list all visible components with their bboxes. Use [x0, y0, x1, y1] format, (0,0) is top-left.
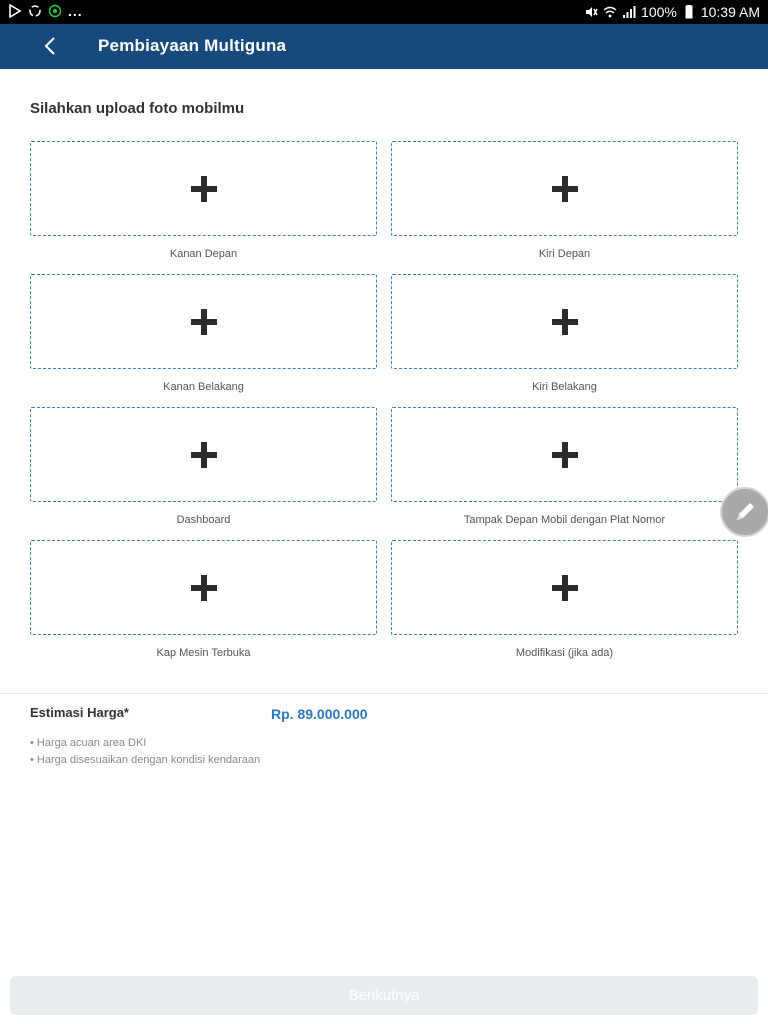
app-bar: Pembiayaan Multiguna [0, 24, 768, 69]
upload-slot-modifikasi: Modifikasi (jika ada) [391, 540, 738, 659]
upload-slot-label: Kiri Depan [538, 248, 591, 260]
estimate-note: • Harga disesuaikan dengan kondisi kenda… [30, 754, 261, 766]
status-bar-right: 100% 10:39 AM [584, 4, 760, 20]
upload-box[interactable] [391, 141, 738, 236]
upload-slot-label: Tampak Depan Mobil dengan Plat Nomor [463, 514, 666, 526]
plus-icon [551, 308, 578, 335]
pencil-icon [737, 503, 754, 520]
upload-slot-label: Kap Mesin Terbuka [156, 647, 251, 659]
upload-box[interactable] [30, 274, 377, 369]
upload-slot-kanan-belakang: Kanan Belakang [30, 274, 377, 393]
upload-slot-tampak-depan: Tampak Depan Mobil dengan Plat Nomor [391, 407, 738, 526]
clock: 10:39 AM [700, 4, 760, 20]
more-notifications-dots: ... [68, 3, 83, 19]
plus-icon [551, 574, 578, 601]
upload-box[interactable] [391, 540, 738, 635]
play-store-icon [9, 4, 22, 18]
plus-icon [190, 574, 217, 601]
plus-icon [190, 308, 217, 335]
upload-box[interactable] [391, 407, 738, 502]
page-title: Pembiayaan Multiguna [98, 36, 287, 55]
wifi-icon [603, 6, 617, 18]
signal-icon [623, 6, 636, 18]
status-bar-left: ... [8, 4, 83, 18]
app-notification-icon [48, 4, 62, 18]
upload-slot-kiri-belakang: Kiri Belakang [391, 274, 738, 393]
battery-percent: 100% [641, 4, 677, 20]
upload-box[interactable] [391, 274, 738, 369]
plus-icon [551, 175, 578, 202]
upload-slot-label: Kiri Belakang [532, 381, 597, 393]
upload-box[interactable] [30, 407, 377, 502]
estimate-value: Rp. 89.000.000 [271, 706, 368, 722]
upload-slot-kanan-depan: Kanan Depan [30, 141, 377, 260]
upload-heading: Silahkan upload foto mobilmu [30, 100, 245, 117]
upload-slot-label: Dashboard [176, 514, 231, 526]
chevron-left-icon [44, 37, 55, 55]
upload-slot-label: Modifikasi (jika ada) [515, 647, 614, 659]
divider [0, 693, 768, 694]
estimate-note: • Harga acuan area DKI [30, 737, 147, 749]
upload-slot-kap-mesin: Kap Mesin Terbuka [30, 540, 377, 659]
plus-icon [190, 175, 217, 202]
battery-icon [685, 5, 693, 19]
plus-icon [190, 441, 217, 468]
back-button[interactable] [36, 32, 64, 60]
upload-box[interactable] [30, 540, 377, 635]
upload-slot-kiri-depan: Kiri Depan [391, 141, 738, 260]
sync-icon [29, 5, 41, 17]
upload-slot-dashboard: Dashboard [30, 407, 377, 526]
mute-icon [586, 7, 598, 17]
next-button[interactable]: Berikutnya [10, 976, 758, 1015]
edit-fab-button[interactable] [720, 487, 768, 537]
upload-box[interactable] [30, 141, 377, 236]
estimate-label: Estimasi Harga* [30, 705, 129, 720]
status-bar: ... 100% 10:39 AM [0, 0, 768, 24]
upload-slot-label: Kanan Belakang [163, 381, 244, 393]
plus-icon [551, 441, 578, 468]
upload-slot-label: Kanan Depan [169, 248, 238, 260]
